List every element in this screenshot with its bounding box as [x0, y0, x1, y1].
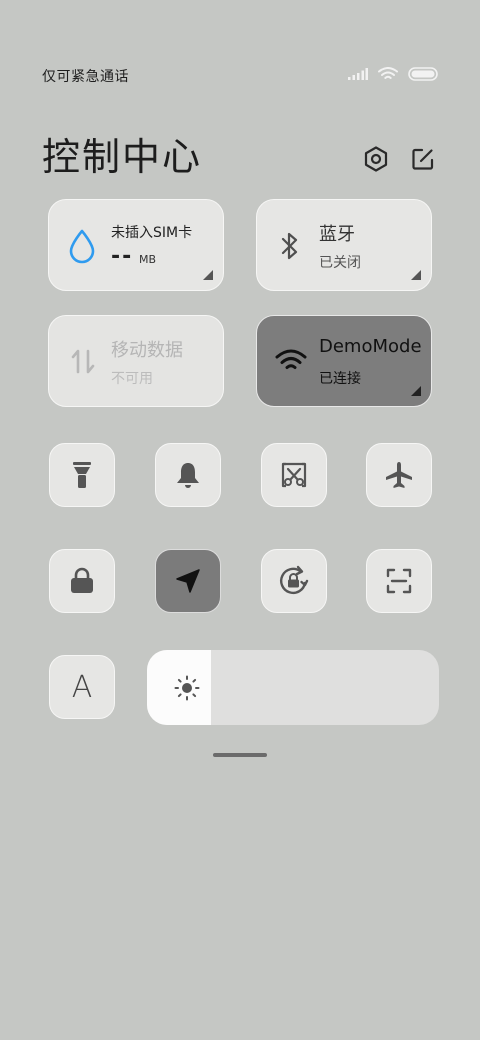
wifi-status: 已连接	[319, 371, 361, 387]
data-usage-value: --	[111, 244, 134, 269]
location-toggle[interactable]	[155, 549, 221, 613]
lock-toggle[interactable]	[49, 549, 115, 613]
bluetooth-label: 蓝牙	[319, 224, 355, 245]
status-icons	[348, 67, 438, 81]
scan-toggle[interactable]	[366, 549, 432, 613]
scan-icon	[386, 568, 412, 594]
rotation-lock-toggle[interactable]	[261, 549, 327, 613]
brightness-slider[interactable]	[147, 650, 439, 725]
edit-icon[interactable]	[408, 144, 438, 174]
data-usage-label: 未插入SIM卡	[111, 225, 193, 241]
bluetooth-card[interactable]: 蓝牙 已关闭	[256, 199, 432, 291]
gear-icon[interactable]	[361, 144, 391, 174]
mobile-data-status: 不可用	[111, 371, 153, 387]
expand-corner-icon	[411, 270, 421, 280]
data-usage-unit: MB	[139, 253, 157, 266]
data-usage-card[interactable]: 未插入SIM卡 -- MB	[48, 199, 224, 291]
font-icon: A	[71, 669, 93, 705]
mobile-data-label: 移动数据	[111, 340, 183, 361]
scissors-icon	[281, 462, 307, 488]
bluetooth-status: 已关闭	[319, 255, 361, 271]
location-arrow-icon	[176, 569, 200, 593]
bell-icon	[177, 463, 199, 488]
wifi-card[interactable]: DemoMode 已连接	[256, 315, 432, 407]
airplane-toggle[interactable]	[366, 443, 432, 507]
wifi-icon	[275, 348, 307, 378]
drag-handle[interactable]	[213, 753, 267, 757]
signal-icon	[348, 68, 368, 80]
font-size-button[interactable]: A	[49, 655, 115, 719]
mobile-data-card[interactable]: 移动数据 不可用	[48, 315, 224, 407]
battery-icon	[408, 67, 438, 81]
water-drop-icon	[67, 228, 97, 268]
expand-corner-icon	[203, 270, 213, 280]
bluetooth-icon	[277, 230, 303, 266]
data-arrows-icon	[69, 346, 97, 382]
wifi-network-name: DemoMode	[319, 336, 421, 357]
page-title: 控制中心	[42, 135, 203, 179]
flashlight-toggle[interactable]	[49, 443, 115, 507]
bell-toggle[interactable]	[155, 443, 221, 507]
airplane-icon	[386, 462, 412, 488]
expand-corner-icon	[411, 386, 421, 396]
status-carrier-text: 仅可紧急通话	[42, 69, 129, 85]
flashlight-icon	[73, 462, 91, 488]
lock-icon	[71, 567, 93, 593]
screenshot-toggle[interactable]	[261, 443, 327, 507]
rotation-lock-icon	[280, 565, 309, 595]
sun-icon	[174, 675, 200, 705]
wifi-icon	[378, 67, 398, 79]
